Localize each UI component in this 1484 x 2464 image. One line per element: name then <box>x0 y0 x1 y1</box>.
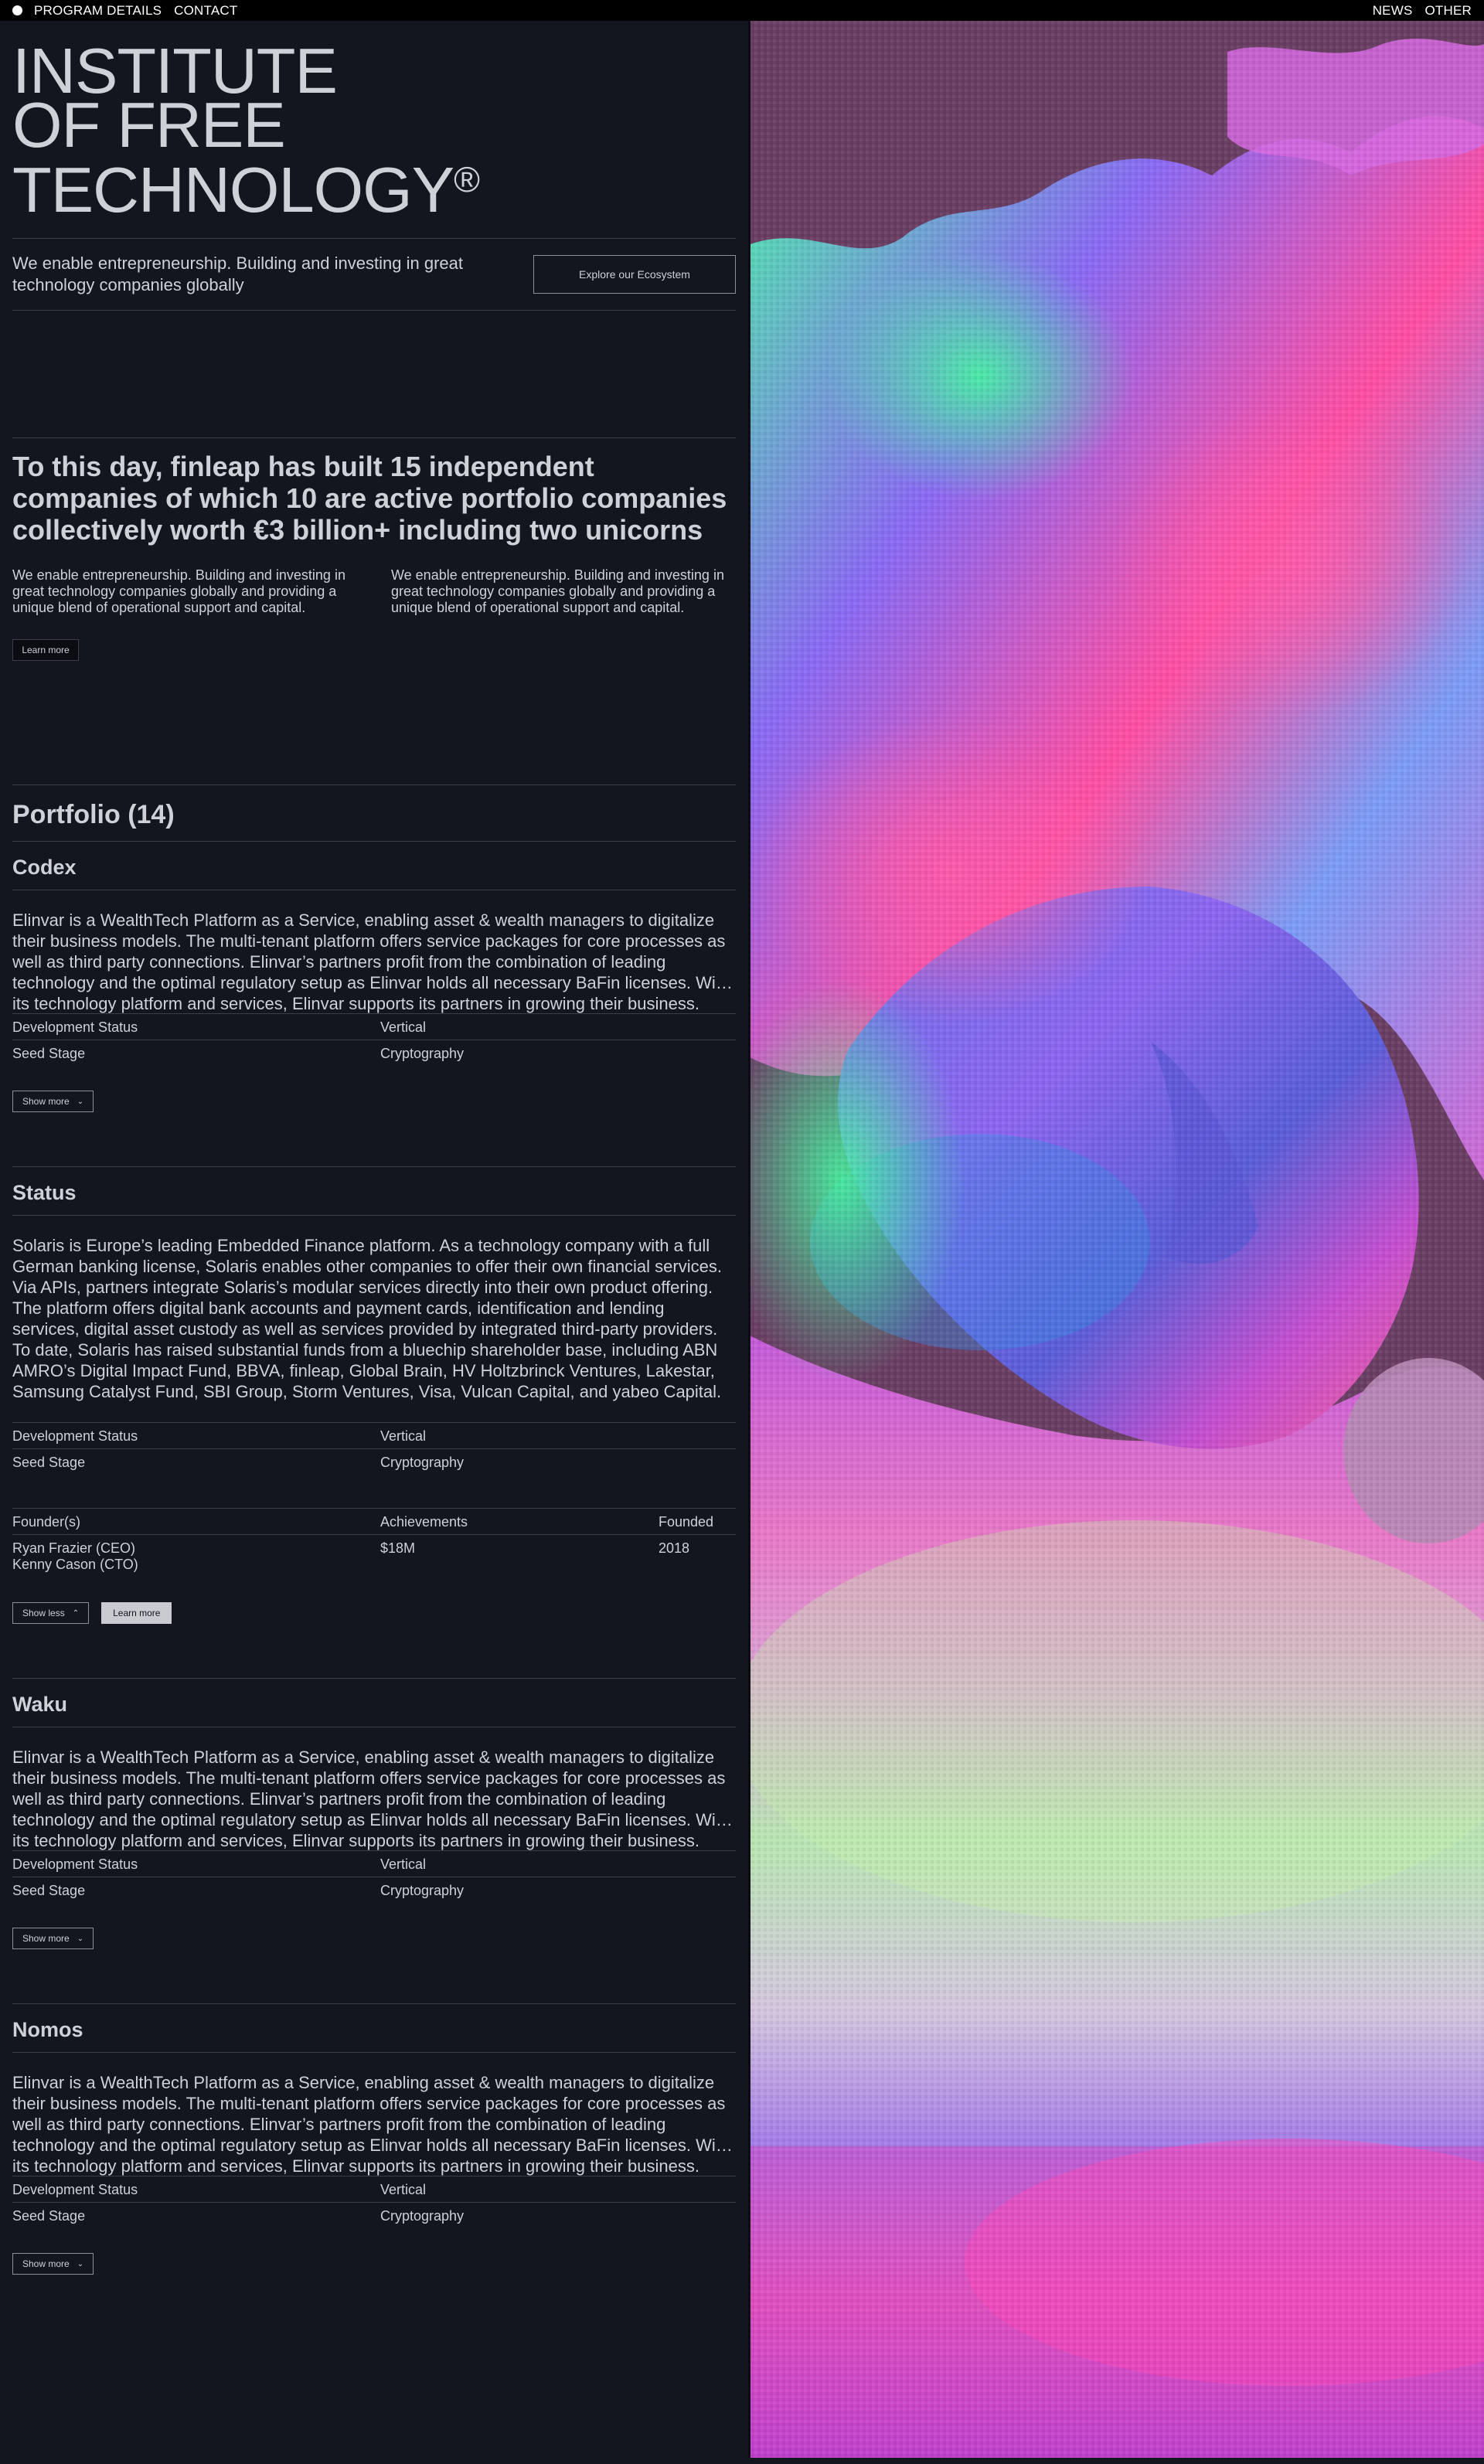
vertical-value: Cryptography <box>380 2208 465 2224</box>
development-status-value: Seed Stage <box>12 2208 86 2224</box>
vertical-label: Vertical <box>380 2182 427 2197</box>
show-more-button[interactable]: Show more ⌄ <box>12 1091 94 1112</box>
company-name: Status <box>12 1181 77 1204</box>
development-status-label: Development Status <box>12 1428 138 1444</box>
nav-other-link[interactable]: OTHER <box>1425 3 1472 19</box>
hero-title-line-3: TECHNOLOGY <box>12 154 454 226</box>
nav-left: PROGRAM DETAILS CONTACT <box>34 3 237 19</box>
nav-contact-link[interactable]: CONTACT <box>174 3 237 19</box>
chevron-down-icon: ⌄ <box>77 1097 84 1106</box>
stats-columns: We enable entrepreneurship. Building and… <box>12 567 736 616</box>
founders-value: Ryan Frazier (CEO) Kenny Cason (CTO) <box>12 1535 380 1573</box>
hero-title: INSTITUTE OF FREE TECHNOLOGY® <box>12 39 736 222</box>
portfolio-card-status: Status Solaris is Europe’s leading Embed… <box>12 1166 736 1624</box>
hero-title-line-2: OF FREE <box>12 89 286 161</box>
company-name: Waku <box>12 1693 68 1716</box>
portfolio-card-nomos: Nomos Elinvar is a WealthTech Platform a… <box>12 2003 736 2275</box>
company-description: Elinvar is a WealthTech Platform as a Se… <box>12 910 730 1013</box>
company-description: Elinvar is a WealthTech Platform as a Se… <box>12 1748 730 1850</box>
development-status-label: Development Status <box>12 2182 138 2197</box>
founded-label: Founded <box>659 1514 714 1530</box>
development-status-value: Seed Stage <box>12 1883 86 1898</box>
company-founder-headers: Founder(s) Achievements Founded <box>12 1509 736 1534</box>
company-description: Solaris is Europe’s leading Embedded Fin… <box>12 1236 722 1401</box>
development-status-label: Development Status <box>12 1019 138 1035</box>
company-meta-values: Seed Stage Cryptography <box>12 2203 736 2224</box>
development-status-value: Seed Stage <box>12 1455 86 1470</box>
portfolio-card-codex: Codex Elinvar is a WealthTech Platform a… <box>12 841 736 1112</box>
vertical-value: Cryptography <box>380 1046 465 1061</box>
vertical-label: Vertical <box>380 1857 427 1872</box>
nav-right: NEWS OTHER <box>1373 3 1472 19</box>
portfolio-title: Portfolio (14) <box>12 800 175 829</box>
vertical-value: Cryptography <box>380 1455 465 1470</box>
founders-label: Founder(s) <box>12 1514 81 1530</box>
show-more-label: Show more <box>22 1933 70 1944</box>
portfolio-card-waku: Waku Elinvar is a WealthTech Platform as… <box>12 1678 736 1949</box>
top-nav: PROGRAM DETAILS CONTACT NEWS OTHER <box>0 0 1484 21</box>
founder-name: Kenny Cason (CTO) <box>12 1557 138 1572</box>
show-more-label: Show more <box>22 1096 70 1107</box>
learn-more-button[interactable]: Learn more <box>101 1602 172 1624</box>
divider <box>12 437 736 438</box>
stats-learn-more-button[interactable]: Learn more <box>12 639 79 661</box>
show-more-label: Show more <box>22 2258 70 2269</box>
company-description: Elinvar is a WealthTech Platform as a Se… <box>12 2073 730 2176</box>
founded-value: 2018 <box>659 1540 690 1556</box>
main-content: INSTITUTE OF FREE TECHNOLOGY® We enable … <box>12 21 736 2275</box>
iridescent-head-illustration <box>748 21 1484 2458</box>
company-meta-headers: Development Status Vertical <box>12 1851 736 1877</box>
hero-tagline-row: We enable entrepreneurship. Building and… <box>12 239 736 310</box>
divider <box>12 310 736 311</box>
chevron-up-icon: ⌃ <box>72 1608 80 1618</box>
company-founder-values: Ryan Frazier (CEO) Kenny Cason (CTO) $18… <box>12 1535 736 1573</box>
company-name: Codex <box>12 856 77 879</box>
chevron-down-icon: ⌄ <box>77 2259 84 2268</box>
company-meta-headers: Development Status Vertical <box>12 1014 736 1040</box>
stats-column-left: We enable entrepreneurship. Building and… <box>12 567 345 615</box>
hero-tagline: We enable entrepreneurship. Building and… <box>12 254 463 294</box>
show-less-button[interactable]: Show less ⌃ <box>12 1602 90 1624</box>
nav-program-details-link[interactable]: PROGRAM DETAILS <box>34 3 162 19</box>
development-status-label: Development Status <box>12 1857 138 1872</box>
founder-name: Ryan Frazier (CEO) <box>12 1540 136 1556</box>
vertical-label: Vertical <box>380 1019 427 1035</box>
show-more-button[interactable]: Show more ⌄ <box>12 1928 94 1949</box>
vertical-label: Vertical <box>380 1428 427 1444</box>
stats-headline: To this day, finleap has built 15 indepe… <box>12 451 727 546</box>
nav-news-link[interactable]: NEWS <box>1373 3 1413 19</box>
development-status-value: Seed Stage <box>12 1046 86 1061</box>
company-meta-values: Seed Stage Cryptography <box>12 1040 736 1062</box>
logo-dot-icon[interactable] <box>12 5 22 15</box>
registered-mark: ® <box>454 159 480 199</box>
company-meta-headers: Development Status Vertical <box>12 1423 736 1448</box>
stats-column-right: We enable entrepreneurship. Building and… <box>391 567 724 615</box>
vertical-value: Cryptography <box>380 1883 465 1898</box>
show-more-button[interactable]: Show more ⌄ <box>12 2253 94 2275</box>
company-meta-headers: Development Status Vertical <box>12 2176 736 2202</box>
explore-ecosystem-button[interactable]: Explore our Ecosystem <box>533 255 736 294</box>
hero-artwork <box>748 21 1484 2458</box>
achievements-label: Achievements <box>380 1514 468 1530</box>
achievements-value: $18M <box>380 1540 416 1556</box>
company-name: Nomos <box>12 2018 83 2041</box>
chevron-down-icon: ⌄ <box>77 1934 84 1943</box>
company-meta-values: Seed Stage Cryptography <box>12 1449 736 1471</box>
company-meta-values: Seed Stage Cryptography <box>12 1877 736 1899</box>
show-less-label: Show less <box>22 1608 65 1618</box>
